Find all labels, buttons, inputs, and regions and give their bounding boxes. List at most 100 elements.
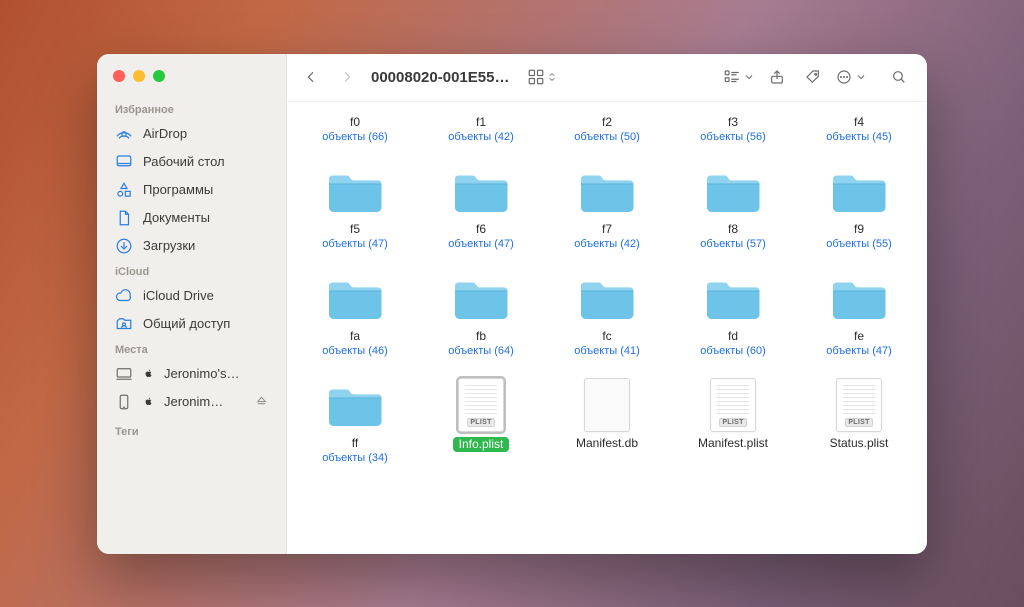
- sidebar-item[interactable]: Рабочий стол: [97, 148, 286, 176]
- file-item[interactable]: PLIST Info.plist: [423, 375, 539, 464]
- folder-icon: [701, 165, 765, 217]
- main-pane: 00008020-001E55…: [287, 54, 927, 554]
- sidebar-item[interactable]: Загрузки: [97, 232, 286, 260]
- sidebar-item[interactable]: AirDrop: [97, 120, 286, 148]
- folder-item[interactable]: faобъекты (46): [297, 268, 413, 357]
- view-mode-icon-button[interactable]: [527, 68, 557, 86]
- file-grid-scroll[interactable]: f0объекты (66)f1объекты (42)f2объекты (5…: [287, 102, 927, 554]
- item-name-label: f8: [728, 223, 738, 236]
- file-item[interactable]: Manifest.db: [549, 375, 665, 464]
- generic-file-icon: [575, 379, 639, 431]
- item-sub-label: объекты (55): [826, 238, 892, 250]
- folder-item[interactable]: f6 объекты (47): [423, 161, 539, 250]
- folder-icon: [323, 165, 387, 217]
- tags-button[interactable]: [799, 63, 827, 91]
- folder-item[interactable]: f9объекты (55): [801, 161, 917, 250]
- sidebar-item[interactable]: Jeronimo's…: [97, 360, 286, 388]
- item-name-label: f6: [476, 223, 486, 236]
- folder-item[interactable]: ffобъекты (34): [297, 375, 413, 464]
- sidebar-item-label: Общий доступ: [143, 316, 230, 331]
- item-name-label: f7: [602, 223, 612, 236]
- sidebar-item[interactable]: Документы: [97, 204, 286, 232]
- sidebar-section-tags: Теги: [97, 416, 286, 448]
- folder-item[interactable]: f1объекты (42): [423, 106, 539, 143]
- item-name-label: fe: [854, 330, 864, 343]
- apps-icon: [115, 181, 133, 199]
- minimize-window-button[interactable]: [133, 70, 145, 82]
- mac-icon: [115, 365, 133, 383]
- phone-icon: [115, 393, 133, 411]
- folder-item[interactable]: f8объекты (57): [675, 161, 791, 250]
- item-sub-label: объекты (47): [322, 238, 388, 250]
- folder-item[interactable]: f7объекты (42): [549, 161, 665, 250]
- item-name-label: f2: [602, 116, 612, 129]
- sidebar-item-label: Программы: [143, 182, 213, 197]
- plist-file-icon: PLIST: [449, 379, 513, 431]
- folder-icon: [827, 272, 891, 324]
- folder-item[interactable]: fbобъекты (64): [423, 268, 539, 357]
- item-name-label: ff: [352, 437, 358, 450]
- sidebar-item[interactable]: Jeronim…: [97, 388, 286, 416]
- nav-forward-button[interactable]: [333, 63, 361, 91]
- sidebar-section-title: iCloud: [97, 260, 286, 282]
- sidebar-section-title: Места: [97, 338, 286, 360]
- folder-item[interactable]: f5 объекты (47): [297, 161, 413, 250]
- nav-back-button[interactable]: [297, 63, 325, 91]
- item-name-label: Info.plist: [453, 437, 510, 452]
- item-sub-label: объекты (41): [574, 345, 640, 357]
- plist-file-icon: PLIST: [827, 379, 891, 431]
- item-name-label: fd: [728, 330, 738, 343]
- documents-icon: [115, 209, 133, 227]
- item-name-label: f5: [350, 223, 360, 236]
- sidebar-item[interactable]: Общий доступ: [97, 310, 286, 338]
- more-actions-button[interactable]: [835, 68, 867, 86]
- folder-icon: [575, 272, 639, 324]
- item-name-label: Status.plist: [830, 437, 889, 450]
- search-button[interactable]: [885, 63, 913, 91]
- plist-file-icon: PLIST: [701, 379, 765, 431]
- sidebar-item-label: Jeronimo's…: [164, 366, 239, 381]
- folder-icon: [449, 272, 513, 324]
- sidebar-item-label: Jeronim…: [164, 394, 223, 409]
- folder-item[interactable]: f2объекты (50): [549, 106, 665, 143]
- sidebar: ИзбранноеAirDropРабочий столПрограммыДок…: [97, 54, 287, 554]
- item-name-label: f0: [350, 116, 360, 129]
- sidebar-item-label: Рабочий стол: [143, 154, 225, 169]
- folder-item[interactable]: fc объекты (41): [549, 268, 665, 357]
- window-controls: [97, 66, 286, 98]
- group-by-button[interactable]: [723, 68, 755, 86]
- close-window-button[interactable]: [113, 70, 125, 82]
- folder-icon: [827, 165, 891, 217]
- folder-item[interactable]: f4объекты (45): [801, 106, 917, 143]
- eject-icon[interactable]: [255, 394, 268, 410]
- item-name-label: fc: [602, 330, 611, 343]
- folder-item[interactable]: feобъекты (47): [801, 268, 917, 357]
- folder-item[interactable]: f3объекты (56): [675, 106, 791, 143]
- folder-icon: [701, 272, 765, 324]
- item-sub-label: объекты (47): [448, 238, 514, 250]
- shared-icon: [115, 315, 133, 333]
- airdrop-icon: [115, 125, 133, 143]
- sidebar-item[interactable]: iCloud Drive: [97, 282, 286, 310]
- item-sub-label: объекты (45): [826, 131, 892, 143]
- file-item[interactable]: PLIST Status.plist: [801, 375, 917, 464]
- folder-item[interactable]: fdобъекты (60): [675, 268, 791, 357]
- sidebar-item-label: AirDrop: [143, 126, 187, 141]
- file-grid: f0объекты (66)f1объекты (42)f2объекты (5…: [297, 106, 917, 465]
- folder-icon: [323, 379, 387, 431]
- file-item[interactable]: PLIST Manifest.plist: [675, 375, 791, 464]
- item-name-label: Manifest.plist: [698, 437, 768, 450]
- item-sub-label: объекты (46): [322, 345, 388, 357]
- item-name-label: f1: [476, 116, 486, 129]
- folder-item[interactable]: f0объекты (66): [297, 106, 413, 143]
- toolbar: 00008020-001E55…: [287, 54, 927, 102]
- share-button[interactable]: [763, 63, 791, 91]
- sidebar-item[interactable]: Программы: [97, 176, 286, 204]
- finder-window: ИзбранноеAirDropРабочий столПрограммыДок…: [97, 54, 927, 554]
- zoom-window-button[interactable]: [153, 70, 165, 82]
- folder-icon: [323, 272, 387, 324]
- sidebar-item-label: iCloud Drive: [143, 288, 214, 303]
- window-title: 00008020-001E55…: [369, 69, 513, 86]
- folder-icon: [575, 165, 639, 217]
- apple-logo-icon: [143, 396, 154, 407]
